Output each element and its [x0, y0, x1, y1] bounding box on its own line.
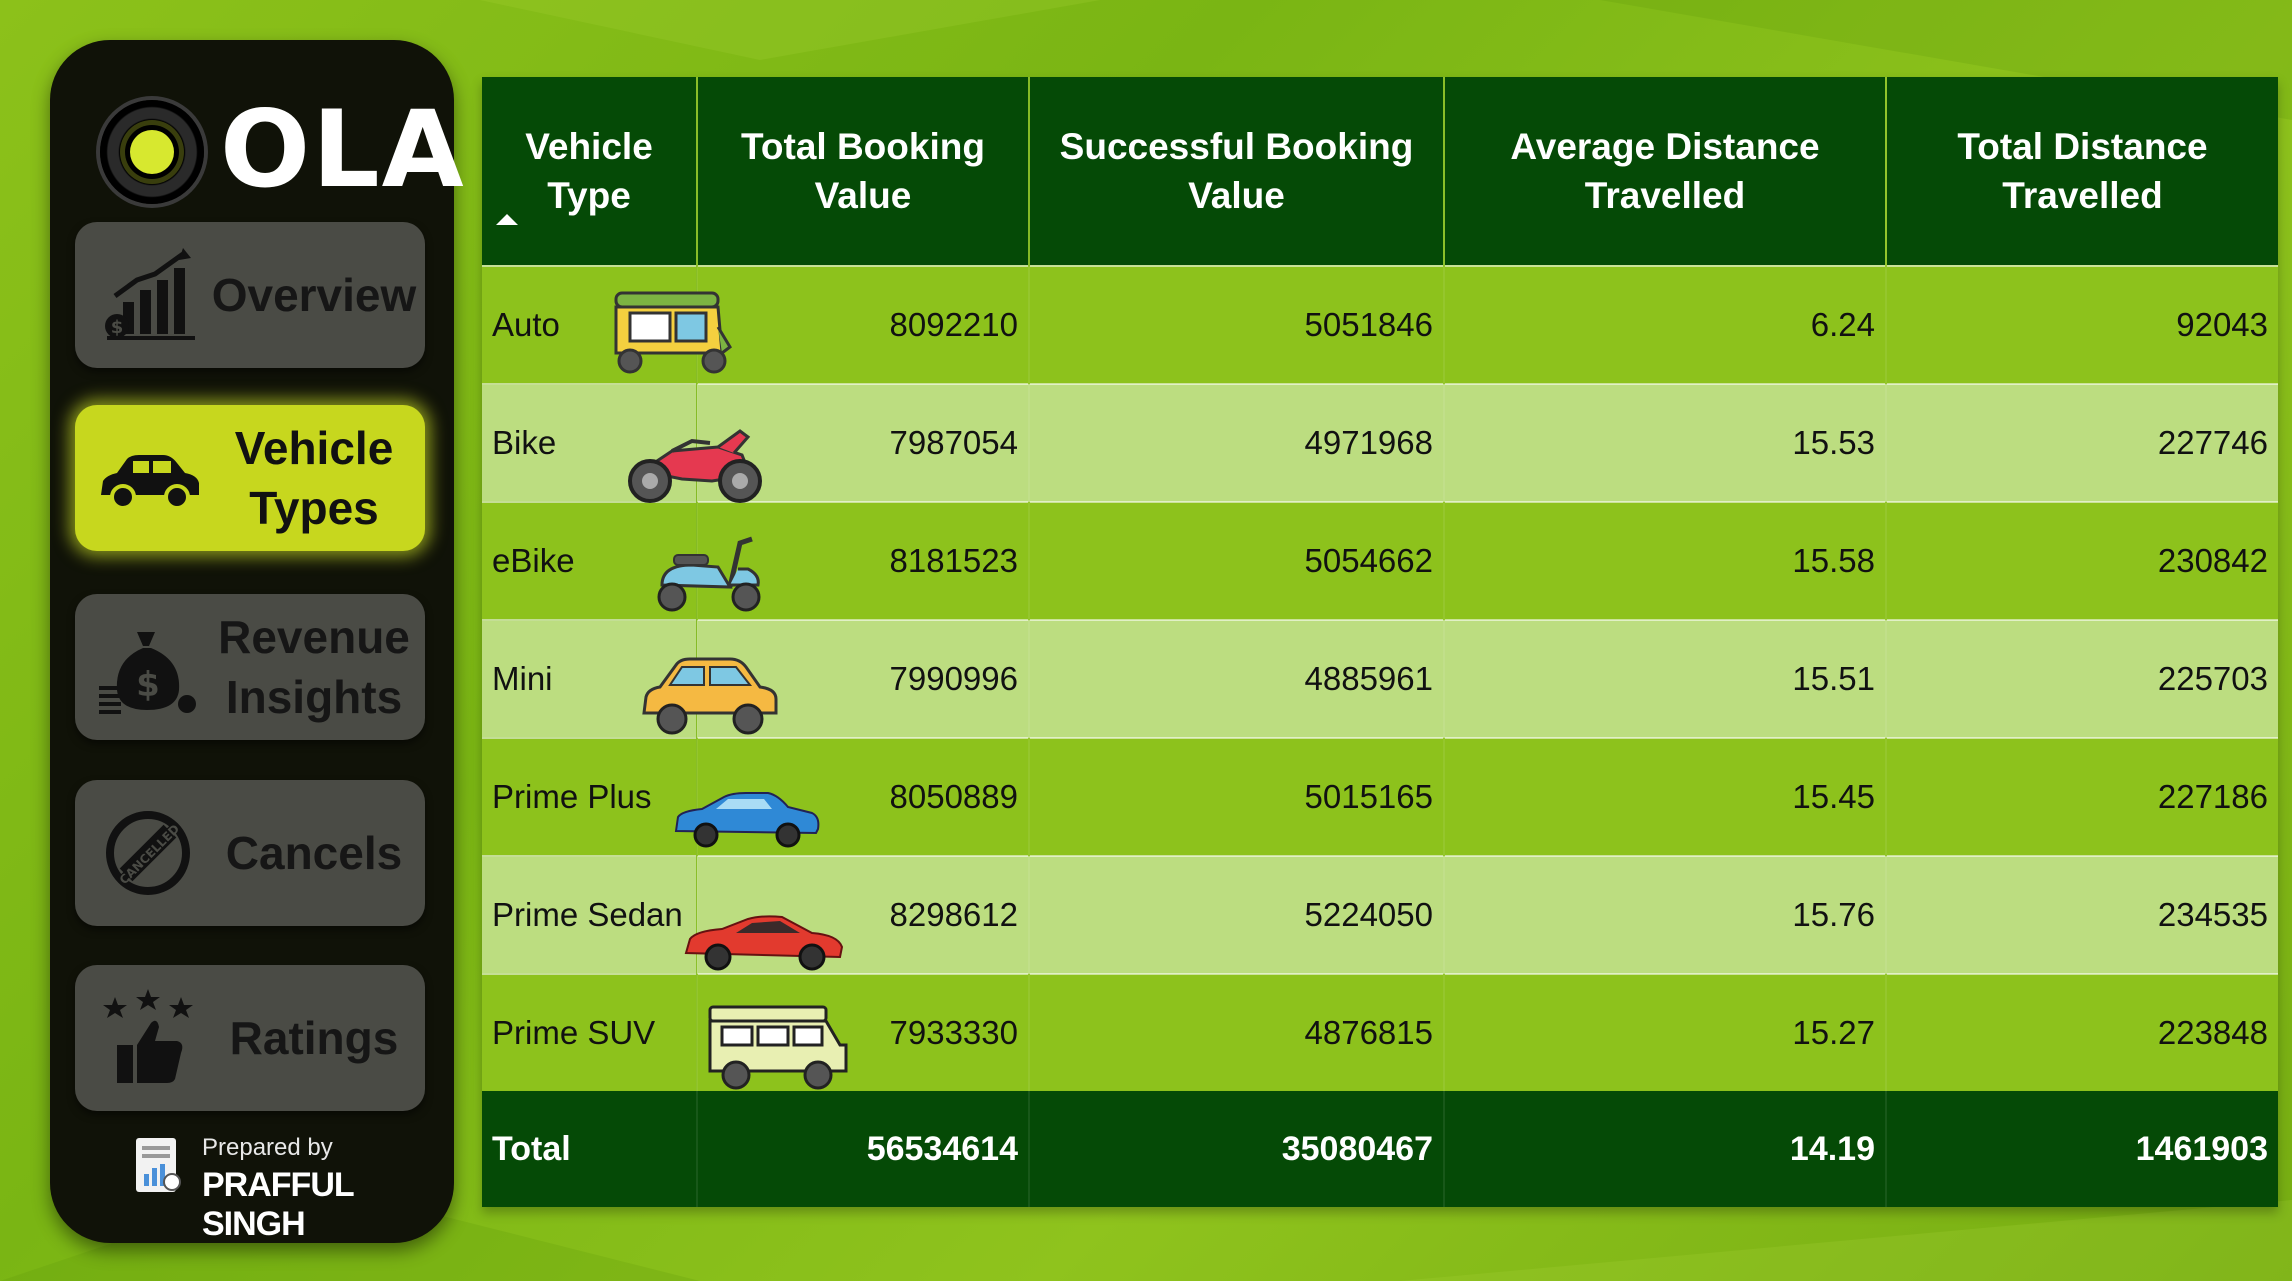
total-distance-cell: 230842 — [1885, 501, 2278, 620]
total-distance-cell: 227186 — [1885, 737, 2278, 856]
successful-booking-value-sum: 35080467 — [1028, 1091, 1444, 1207]
report-document-icon — [136, 1138, 181, 1192]
average-distance-cell: 6.24 — [1443, 265, 1886, 384]
table-row: Prime Sedan 8298612 5224050 15.76 234535 — [482, 855, 2278, 974]
total-distance-cell: 92043 — [1885, 265, 2278, 384]
average-distance-cell: 15.76 — [1443, 855, 1886, 974]
successful-booking-value-cell: 5051846 — [1028, 265, 1444, 384]
thumbs-up-stars-icon — [103, 989, 193, 1083]
red-sports-car-icon — [684, 915, 844, 971]
column-header-vehicle-type[interactable]: Vehicle Type — [482, 77, 697, 266]
nav-overview-button[interactable]: $ Overview — [75, 222, 425, 368]
auto-rickshaw-icon — [614, 291, 732, 374]
total-distance-cell: 225703 — [1885, 619, 2278, 738]
table-header-row: Vehicle Type Total Booking Value Success… — [482, 77, 2278, 266]
average-distance-overall: 14.19 — [1443, 1091, 1886, 1207]
svg-text:$: $ — [136, 665, 160, 705]
total-distance-cell: 227746 — [1885, 383, 2278, 502]
cancelled-stamp-icon: CANCELLED — [106, 811, 190, 895]
money-bag-icon: $ — [99, 632, 196, 714]
total-distance-sum: 1461903 — [1885, 1091, 2278, 1207]
blue-sedan-icon — [674, 792, 820, 848]
successful-booking-value-cell: 5015165 — [1028, 737, 1444, 856]
average-distance-cell: 15.58 — [1443, 501, 1886, 620]
average-distance-cell: 15.51 — [1443, 619, 1886, 738]
column-header-average-distance[interactable]: Average Distance Travelled — [1443, 77, 1886, 266]
nav-ratings-label: Ratings — [229, 1012, 399, 1064]
total-booking-value-sum: 56534614 — [696, 1091, 1029, 1207]
successful-booking-value-cell: 5224050 — [1028, 855, 1444, 974]
total-distance-cell: 223848 — [1885, 973, 2278, 1091]
column-header-total-booking-value[interactable]: Total Booking Value — [696, 77, 1029, 266]
table-row: eBike 8181523 5054662 15.58 230842 — [482, 501, 2278, 620]
vehicle-type-cell: Auto — [482, 265, 732, 384]
successful-booking-value-cell: 4971968 — [1028, 383, 1444, 502]
table-row: Bike 7987054 4971968 15.53 227746 — [482, 383, 2278, 503]
total-distance-cell: 234535 — [1885, 855, 2278, 974]
nav-cancels-label: Cancels — [225, 827, 403, 879]
sort-ascending-icon[interactable] — [496, 214, 518, 225]
vehicle-type-cell: Prime Sedan — [482, 855, 844, 974]
ola-logo: OLA — [80, 80, 464, 230]
mini-car-icon — [642, 657, 778, 735]
svg-text:$: $ — [111, 317, 124, 338]
car-icon — [101, 455, 199, 510]
bar-chart-dollar-icon: $ — [105, 248, 195, 340]
nav-ratings-button[interactable]: Ratings — [75, 965, 425, 1111]
prepared-by-footer: Prepared by PRAFFUL SINGH — [110, 1130, 430, 1243]
average-distance-cell: 15.53 — [1443, 383, 1886, 502]
suv-jeep-icon — [708, 1005, 848, 1090]
nav-revenue-insights-button[interactable]: $ Revenue Insights — [75, 594, 425, 740]
sidebar: OLA $ Overview Vehicle Types $ Revenue I… — [50, 40, 464, 1243]
nav-vehicle-types-button[interactable]: Vehicle Types — [75, 405, 425, 551]
nav-cancels-button[interactable]: CANCELLED Cancels — [75, 780, 425, 926]
ola-logo-circle-icon — [100, 100, 204, 204]
table-row: Prime SUV 7933330 4876815 15.27 223848 — [482, 973, 2278, 1091]
total-label-cell: Total — [482, 1091, 697, 1207]
successful-booking-value-cell: 4876815 — [1028, 973, 1444, 1091]
column-header-successful-booking-value[interactable]: Successful Booking Value — [1028, 77, 1444, 266]
table-row: Auto 8092210 5051846 6.24 92043 — [482, 265, 2278, 384]
average-distance-cell: 15.27 — [1443, 973, 1886, 1091]
successful-booking-value-cell: 5054662 — [1028, 501, 1444, 620]
nav-overview-label: Overview — [211, 269, 417, 321]
vehicle-type-cell: eBike — [482, 501, 761, 620]
vehicle-types-table: Vehicle Type Total Booking Value Success… — [482, 77, 2278, 1207]
table-total-row: Total 56534614 35080467 14.19 1461903 — [482, 1091, 2278, 1207]
total-booking-value-cell: 8092210 — [696, 265, 1029, 384]
author-name: PRAFFUL SINGH — [202, 1166, 354, 1243]
scooter-icon — [657, 536, 761, 612]
prepared-by-label: Prepared by — [202, 1134, 333, 1161]
average-distance-cell: 15.45 — [1443, 737, 1886, 856]
vehicle-type-cell: Mini — [482, 619, 778, 738]
table-row: Mini 7990996 4885961 15.51 225703 — [482, 619, 2278, 738]
table-row: Prime Plus 8050889 5015165 15.45 227186 — [482, 737, 2278, 856]
nav-revenue-insights-label: Revenue Insights — [218, 611, 410, 723]
ola-logo-text: OLA — [220, 88, 466, 211]
vehicle-type-cell: Bike — [482, 383, 762, 503]
column-header-total-distance[interactable]: Total Distance Travelled — [1885, 77, 2278, 266]
nav-vehicle-types-label: Vehicle Types — [234, 422, 394, 534]
vehicle-type-cell: Prime Plus — [482, 737, 820, 856]
vehicle-type-cell: Prime SUV — [482, 973, 848, 1091]
successful-booking-value-cell: 4885961 — [1028, 619, 1444, 738]
motorbike-icon — [628, 429, 762, 503]
